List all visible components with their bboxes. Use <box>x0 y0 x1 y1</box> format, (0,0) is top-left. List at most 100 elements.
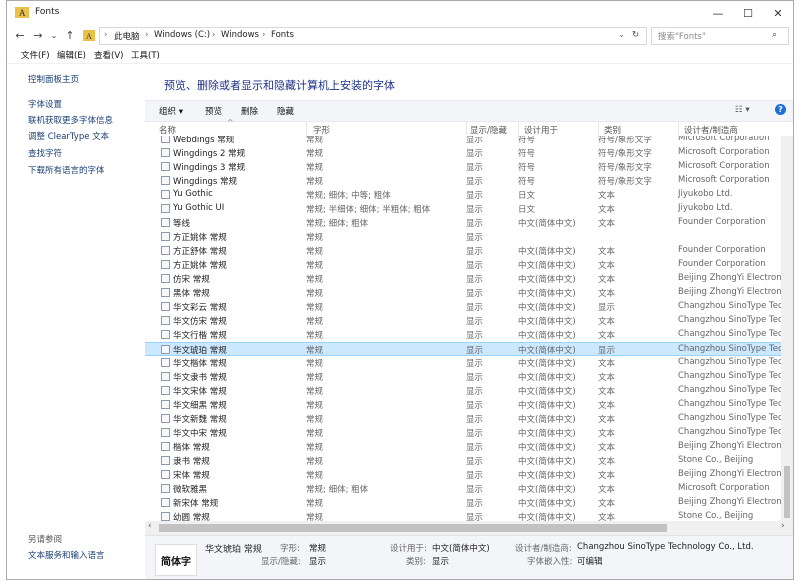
font-row-style: 常规 <box>306 359 324 369</box>
font-row[interactable]: 等线 常规; 细体; 粗体 显示 中文(简体中文) 文本 Founder Corporat… <box>145 216 781 230</box>
font-row[interactable]: 华文宋体 常规 常规 显示 中文(简体中文) 文本 Changzhou SinoType … <box>145 384 781 398</box>
font-settings-link[interactable]: 字体设置 <box>28 98 62 110</box>
font-row[interactable]: 华文新魏 常规 常规 显示 中文(简体中文) 文本 Changzhou SinoType … <box>145 412 781 426</box>
refresh-icon[interactable]: ↻ <box>632 30 639 40</box>
font-row-cat: 文本 <box>598 415 616 425</box>
font-row-style: 常规 <box>306 233 324 243</box>
font-row[interactable]: 华文琥珀 常规 常规 显示 中文(简体中文) 显示 Changzhou SinoType … <box>145 342 781 356</box>
font-row-name: Wingdings 3 常规 <box>173 163 246 173</box>
search-input[interactable]: 搜索"Fonts" ⌕ <box>651 27 789 45</box>
menu-file[interactable]: 文件(F) <box>21 49 50 61</box>
font-row[interactable]: 华文细黑 常规 常规 显示 中文(简体中文) 文本 Changzhou SinoType … <box>145 398 781 412</box>
font-row[interactable]: 微软雅黑 常规; 细体; 粗体 显示 中文(简体中文) 文本 Microsoft Corp… <box>145 482 781 496</box>
breadcrumb-this-pc[interactable]: 此电脑 <box>114 30 140 42</box>
font-row-cat: 符号/象形文字 <box>598 136 652 145</box>
font-row[interactable]: 楷体 常规 常规 显示 中文(简体中文) 文本 Beijing ZhongYi Elect… <box>145 440 781 454</box>
font-row-cat: 文本 <box>598 485 616 495</box>
font-row[interactable]: 仿宋 常规 常规 显示 中文(简体中文) 文本 Beijing ZhongYi Elect… <box>145 272 781 286</box>
font-row-design: 中文(简体中文) <box>518 275 576 285</box>
dropdown-chevron-icon[interactable]: ⌄ <box>618 30 625 40</box>
close-button[interactable]: ✕ <box>763 1 793 25</box>
menu-bar: 文件(F) 编辑(E) 查看(V) 工具(T) <box>7 47 793 64</box>
font-row-maker: Changzhou SinoType Techn <box>678 399 781 409</box>
font-file-icon <box>161 330 170 339</box>
details-design-value: 中文(简体中文) <box>432 544 490 554</box>
font-row-style: 常规; 细体; 粗体 <box>306 219 369 229</box>
font-row[interactable]: 华文彩云 常规 常规 显示 中文(简体中文) 显示 Changzhou SinoType … <box>145 300 781 314</box>
up-icon[interactable]: ↑ <box>63 28 77 42</box>
column-show-hide[interactable]: 显示/隐藏 <box>470 124 507 136</box>
scroll-right-icon[interactable]: › <box>781 521 785 531</box>
font-row-show: 显示 <box>466 401 484 411</box>
download-all-fonts-link[interactable]: 下载所有语言的字体 <box>28 164 105 176</box>
font-row[interactable]: 新宋体 常规 常规 显示 中文(简体中文) 文本 Beijing ZhongYi Elec… <box>145 496 781 510</box>
control-panel-home-link[interactable]: 控制面板主页 <box>28 73 79 85</box>
get-font-info-online-link[interactable]: 联机获取更多字体信息 <box>28 114 113 126</box>
find-character-link[interactable]: 查找字符 <box>28 147 62 159</box>
maximize-button[interactable]: ☐ <box>733 1 763 25</box>
font-row[interactable]: Yu Gothic 常规; 细体; 中等; 粗体 显示 日文 文本 Jiyukobo Lt… <box>145 188 781 202</box>
forward-icon[interactable]: → <box>31 28 45 42</box>
font-row-show: 显示 <box>466 317 484 327</box>
vertical-scrollbar[interactable] <box>781 136 793 521</box>
address-bar[interactable]: › 此电脑 › Windows (C:) › Windows › Fonts ⌄… <box>99 27 647 45</box>
column-name[interactable]: 名称 <box>159 124 176 136</box>
font-row[interactable]: 华文隶书 常规 常规 显示 中文(简体中文) 文本 Changzhou SinoType … <box>145 370 781 384</box>
column-designer[interactable]: 设计者/制造商 <box>684 124 738 136</box>
font-row[interactable]: Wingdings 常规 常规 显示 符号 符号/象形文字 Microsoft Corpo… <box>145 174 781 188</box>
font-row[interactable]: 方正姚体 常规 常规 显示 <box>145 230 781 244</box>
font-row[interactable]: Webdings 常规 常规 显示 符号 符号/象形文字 Microsoft Corpor… <box>145 136 781 146</box>
column-style[interactable]: 字形 <box>313 124 330 136</box>
font-row[interactable]: 方正舒体 常规 常规 显示 中文(简体中文) 文本 Founder Corporation <box>145 244 781 258</box>
font-row-name: 华文中宋 常规 <box>173 429 227 439</box>
minimize-button[interactable]: — <box>703 1 733 25</box>
menu-edit[interactable]: 编辑(E) <box>57 49 86 61</box>
font-row-style: 常规 <box>306 513 324 521</box>
text-services-link[interactable]: 文本服务和输入语言 <box>28 549 105 561</box>
font-row[interactable]: Yu Gothic UI 常规; 半细体; 细体; 半粗体; 粗体 显示 日文 文本 Ji… <box>145 202 781 216</box>
breadcrumb-fonts[interactable]: Fonts <box>271 30 294 40</box>
font-row[interactable]: 方正姚体 常规 常规 显示 中文(简体中文) 文本 Founder Corporation <box>145 258 781 272</box>
column-category[interactable]: 类别 <box>604 124 621 136</box>
recent-locations-icon[interactable]: ⌄ <box>47 28 61 42</box>
horizontal-scrollbar[interactable]: ‹ › <box>145 521 793 535</box>
horizontal-scroll-thumb[interactable] <box>159 524 667 532</box>
font-row-style: 常规 <box>306 136 324 145</box>
font-row[interactable]: 华文行楷 常规 常规 显示 中文(简体中文) 文本 Changzhou SinoType … <box>145 328 781 342</box>
font-row[interactable]: Wingdings 3 常规 常规 显示 符号 符号/象形文字 Microsoft Cor… <box>145 160 781 174</box>
hide-button[interactable]: 隐藏 <box>277 105 294 117</box>
font-row-show: 显示 <box>466 387 484 397</box>
organize-button[interactable]: 组织 ▾ <box>159 105 183 117</box>
font-row-name: 方正舒体 常规 <box>173 247 227 257</box>
breadcrumb-windows[interactable]: Windows <box>221 30 259 40</box>
font-row[interactable]: 黑体 常规 常规 显示 中文(简体中文) 文本 Beijing ZhongYi Elect… <box>145 286 781 300</box>
font-row-cat: 符号/象形文字 <box>598 149 652 159</box>
adjust-cleartype-link[interactable]: 调整 ClearType 文本 <box>28 130 109 142</box>
font-file-icon <box>161 232 170 241</box>
breadcrumb-drive-c[interactable]: Windows (C:) <box>154 30 210 40</box>
view-options-button[interactable]: ☷ ▾ <box>735 105 750 115</box>
font-row-maker: Microsoft Corporation <box>678 161 770 171</box>
back-icon[interactable]: ← <box>13 28 27 42</box>
font-row[interactable]: Wingdings 2 常规 常规 显示 符号 符号/象形文字 Microsoft Cor… <box>145 146 781 160</box>
menu-tools[interactable]: 工具(T) <box>131 49 160 61</box>
vertical-scroll-thumb[interactable] <box>784 466 790 518</box>
font-file-icon <box>161 358 170 367</box>
font-row[interactable]: 隶书 常规 常规 显示 中文(简体中文) 文本 Stone Co., Beijing <box>145 454 781 468</box>
font-row-show: 显示 <box>466 359 484 369</box>
svg-text:A: A <box>19 8 26 18</box>
scroll-left-icon[interactable]: ‹ <box>148 521 152 531</box>
delete-button[interactable]: 删除 <box>241 105 258 117</box>
font-row-maker: Microsoft Corporation <box>678 483 770 493</box>
font-row[interactable]: 幼圆 常规 常规 显示 中文(简体中文) 文本 Stone Co., Beijing <box>145 510 781 521</box>
font-row[interactable]: 宋体 常规 常规 显示 中文(简体中文) 文本 Beijing ZhongYi Elect… <box>145 468 781 482</box>
font-row[interactable]: 华文中宋 常规 常规 显示 中文(简体中文) 文本 Changzhou SinoType … <box>145 426 781 440</box>
font-row-cat: 文本 <box>598 317 616 327</box>
menu-view[interactable]: 查看(V) <box>94 49 123 61</box>
font-row-name: 黑体 常规 <box>173 289 210 299</box>
help-icon[interactable]: ? <box>775 104 786 115</box>
preview-button[interactable]: 预览 <box>205 105 222 117</box>
column-designed-for[interactable]: 设计用于 <box>524 124 558 136</box>
font-row[interactable]: 华文楷体 常规 常规 显示 中文(简体中文) 文本 Changzhou SinoType … <box>145 356 781 370</box>
font-row[interactable]: 华文仿宋 常规 常规 显示 中文(简体中文) 文本 Changzhou SinoType … <box>145 314 781 328</box>
